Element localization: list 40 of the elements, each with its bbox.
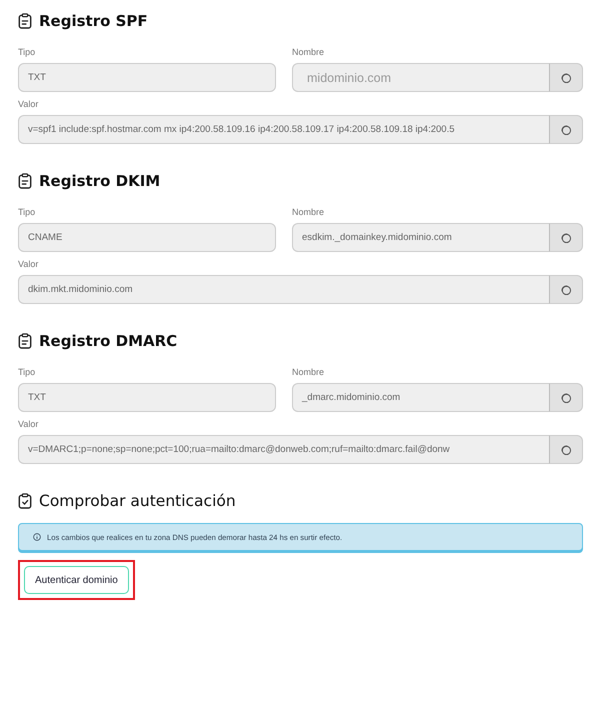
- copy-button[interactable]: [549, 383, 583, 412]
- name-field[interactable]: _dmarc.midominio.com: [292, 383, 549, 412]
- field-label: Tipo: [18, 47, 36, 57]
- value-field[interactable]: dkim.mkt.midominio.com: [18, 275, 549, 304]
- clipboard-icon: [18, 333, 32, 349]
- copy-icon: [560, 124, 572, 136]
- copy-button[interactable]: [549, 223, 583, 252]
- type-field[interactable]: TXT: [18, 63, 276, 92]
- clipboard-check-icon: [18, 493, 32, 509]
- field-label: Tipo: [18, 367, 36, 377]
- section-title: Registro DKIM: [39, 172, 160, 190]
- copy-icon: [560, 392, 572, 404]
- copy-button[interactable]: [549, 435, 583, 464]
- field-label: Valor: [18, 99, 40, 109]
- copy-button[interactable]: [549, 115, 583, 144]
- copy-icon: [560, 232, 572, 244]
- copy-icon: [560, 444, 572, 456]
- field-label: Valor: [18, 419, 40, 429]
- copy-button[interactable]: [549, 63, 583, 92]
- field-label: Valor: [18, 259, 40, 269]
- authenticate-button[interactable]: Autenticar dominio: [24, 566, 129, 594]
- clipboard-icon: [18, 173, 32, 189]
- field-label: Nombre: [292, 47, 326, 57]
- type-field[interactable]: TXT: [18, 383, 276, 412]
- copy-button[interactable]: [549, 275, 583, 304]
- section-title: Registro DMARC: [39, 332, 178, 350]
- value-field[interactable]: v=spf1 include:spf.hostmar.com mx ip4:200.58.109.16 ip4:200.58.109.17 ip4:200.58.109.18 ip4:200.5: [18, 115, 549, 144]
- field-label: Tipo: [18, 207, 36, 217]
- copy-icon: [560, 72, 572, 84]
- type-field[interactable]: CNAME: [18, 223, 276, 252]
- info-icon: [33, 533, 41, 541]
- value-field[interactable]: v=DMARC1;p=none;sp=none;pct=100;rua=mailto:dmarc@donweb.com;ruf=mailto:dmarc.fail@donw: [18, 435, 549, 464]
- copy-icon: [560, 284, 572, 296]
- field-label: Nombre: [292, 367, 326, 377]
- section-title: Comprobar autenticación: [39, 492, 236, 510]
- section-title: Registro SPF: [39, 12, 148, 30]
- clipboard-icon: [18, 13, 32, 29]
- name-field[interactable]: esdkim._domainkey.midominio.com: [292, 223, 549, 252]
- field-label: Nombre: [292, 207, 326, 217]
- name-field[interactable]: midominio.com: [292, 63, 549, 92]
